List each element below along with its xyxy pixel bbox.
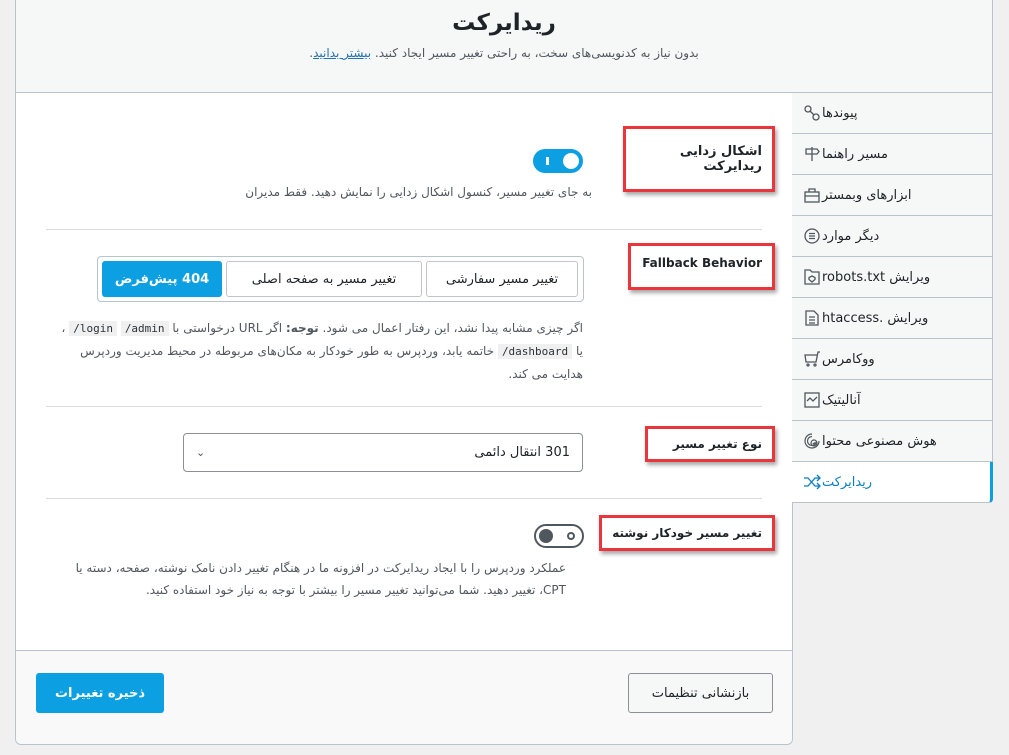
debug-redirect-help: به جای تغییر مسیر، کنسول اشکال زدایی را … [245,185,592,199]
fallback-behavior-help: اگر چیزی مشابه پیدا نشد، این رفتار اعمال… [61,321,583,381]
sidebar-item-links[interactable]: پیوندها [792,93,993,134]
fallback-behavior-selector: 404 پیش‌فرض تغییر مسیر به صفحه اصلی تغیی… [97,256,584,302]
sidebar-item-breadcrumbs[interactable]: مسیر راهنما [792,134,993,175]
sidebar-item-redirect[interactable]: ریدایرکت [792,462,993,503]
page-title: ریدایرکت [452,10,556,36]
analytics-icon [802,390,822,410]
ai-fingerprint-icon [802,431,822,451]
divider [46,406,762,407]
cart-icon [802,349,822,369]
auto-post-redirect-help: عملکرد وردپرس را با ایجاد ریدایرکت در اف… [75,561,566,597]
htaccess-file-icon [802,308,822,328]
debug-redirect-toggle[interactable] [533,149,583,173]
settings-footer: ذخیره تغییرات بازنشانی تنظیمات [16,650,792,744]
divider [46,498,762,499]
settings-panel: اشکال زدایی ریدایرکت به جای تغییر مسیر، … [15,93,793,745]
divider [46,229,762,230]
learn-more-link[interactable]: بیشتر بدانید [313,46,371,60]
debug-redirect-label: اشکال زدایی ریدایرکت [623,126,775,192]
settings-sidebar: پیوندها مسیر راهنما ابزارهای وبمستر دیگر… [792,93,993,503]
code-dashboard: /dashboard [497,344,573,359]
list-circle-icon [802,226,822,246]
sidebar-item-others[interactable]: دیگر موارد [792,216,993,257]
auto-post-redirect-label: تغییر مسیر خودکار نوشته [599,515,775,551]
redirect-type-select[interactable]: ⌄ 301 انتقال دائمی [183,433,583,472]
sidebar-item-htaccess[interactable]: ویرایش .htaccess [792,298,993,339]
fallback-option-default-404[interactable]: 404 پیش‌فرض [102,261,222,297]
code-login: /login [69,321,117,336]
sidebar-item-content-ai[interactable]: هوش مصنوعی محتوا [792,421,993,462]
reset-settings-button[interactable]: بازنشانی تنظیمات [628,673,773,713]
page-header: ریدایرکت بدون نیاز به کدنویسی‌های سخت، ب… [15,0,993,93]
robots-file-icon [802,267,822,287]
auto-post-redirect-toggle[interactable] [534,524,584,548]
sidebar-item-webmaster-tools[interactable]: ابزارهای وبمستر [792,175,993,216]
chevron-down-icon: ⌄ [196,446,206,459]
save-changes-button[interactable]: ذخیره تغییرات [36,673,164,713]
sidebar-item-analytics[interactable]: آنالیتیک [792,380,993,421]
page-description: بدون نیاز به کدنویسی‌های سخت، به راحتی ت… [309,46,699,60]
shuffle-icon [802,472,822,492]
toolbox-icon [802,185,822,205]
signpost-icon [802,144,822,164]
fallback-option-custom[interactable]: تغییر مسیر سفارشی [426,261,578,297]
fallback-option-homepage[interactable]: تغییر مسیر به صفحه اصلی [226,261,422,297]
sidebar-item-woocommerce[interactable]: ووکامرس [792,339,993,380]
code-admin: /admin [120,321,169,336]
redirect-type-label: نوع تغییر مسیر [645,426,775,462]
link-icon [802,103,822,123]
fallback-behavior-label: Fallback Behavior [628,243,775,290]
sidebar-item-robots[interactable]: ویرایش robots.txt [792,257,993,298]
